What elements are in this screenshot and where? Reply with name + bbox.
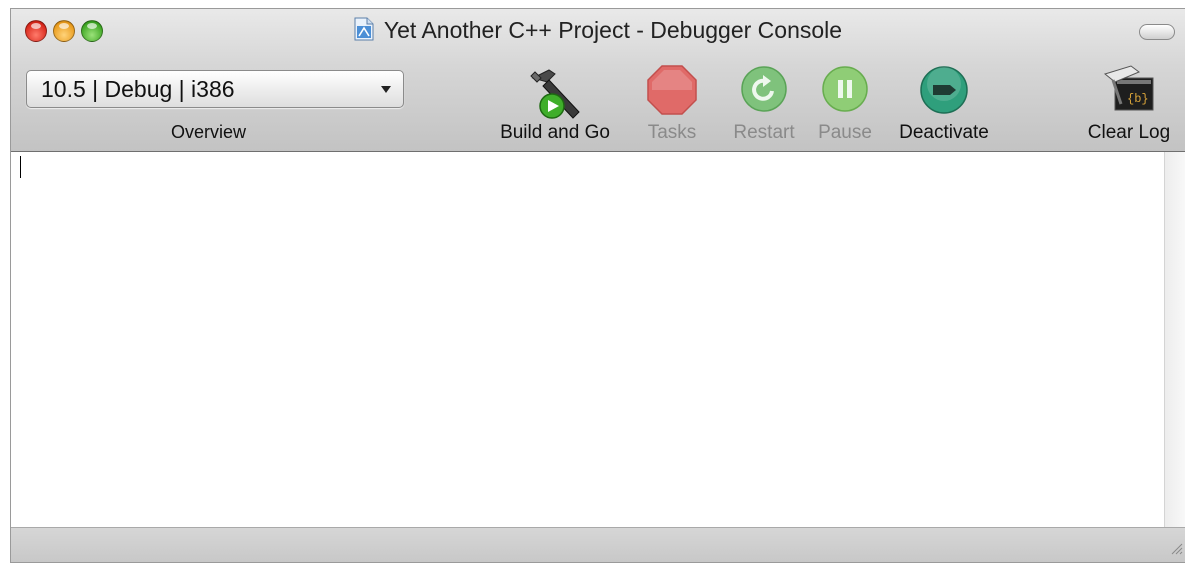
clear-log-label: Clear Log xyxy=(1087,122,1171,143)
project-document-icon xyxy=(354,17,374,47)
debugger-console-window: Yet Another C++ Project - Debugger Conso… xyxy=(10,8,1185,563)
restart-icon xyxy=(739,64,789,119)
pause-button[interactable]: Pause xyxy=(813,64,877,144)
overview-label: Overview xyxy=(171,122,247,142)
hammer-play-icon xyxy=(525,64,585,125)
build-and-go-label: Build and Go xyxy=(500,122,610,143)
pause-icon xyxy=(820,64,870,119)
tasks-label: Tasks xyxy=(647,122,697,143)
chevron-down-icon xyxy=(381,86,391,93)
window-title: Yet Another C++ Project - Debugger Conso… xyxy=(11,17,1185,47)
status-bar xyxy=(11,527,1185,562)
text-cursor xyxy=(20,156,21,178)
stop-sign-icon xyxy=(646,64,698,121)
restart-button[interactable]: Restart xyxy=(727,64,801,144)
tasks-button[interactable]: Tasks xyxy=(637,64,707,144)
clear-log-button[interactable]: {b} Clear Log xyxy=(1077,64,1181,144)
deactivate-button[interactable]: Deactivate xyxy=(889,64,999,144)
vertical-scrollbar[interactable] xyxy=(1164,152,1185,529)
deactivate-icon xyxy=(918,64,970,121)
restart-label: Restart xyxy=(733,122,795,143)
console-log-area[interactable] xyxy=(11,152,1165,529)
overview-popup[interactable]: 10.5 | Debug | i386 xyxy=(26,70,404,108)
pause-label: Pause xyxy=(818,122,872,143)
window-title-text: Yet Another C++ Project - Debugger Conso… xyxy=(383,17,843,43)
build-and-go-button[interactable]: Build and Go xyxy=(491,64,619,144)
titlebar-toolbar: Yet Another C++ Project - Debugger Conso… xyxy=(11,9,1185,152)
toolbar-toggle-button[interactable] xyxy=(1139,24,1175,40)
clear-log-icon: {b} xyxy=(1101,64,1157,121)
deactivate-label: Deactivate xyxy=(899,122,989,143)
overview-selected-value: 10.5 | Debug | i386 xyxy=(41,76,235,102)
svg-text:{b}: {b} xyxy=(1127,92,1149,106)
resize-grip-icon[interactable] xyxy=(1169,541,1183,560)
